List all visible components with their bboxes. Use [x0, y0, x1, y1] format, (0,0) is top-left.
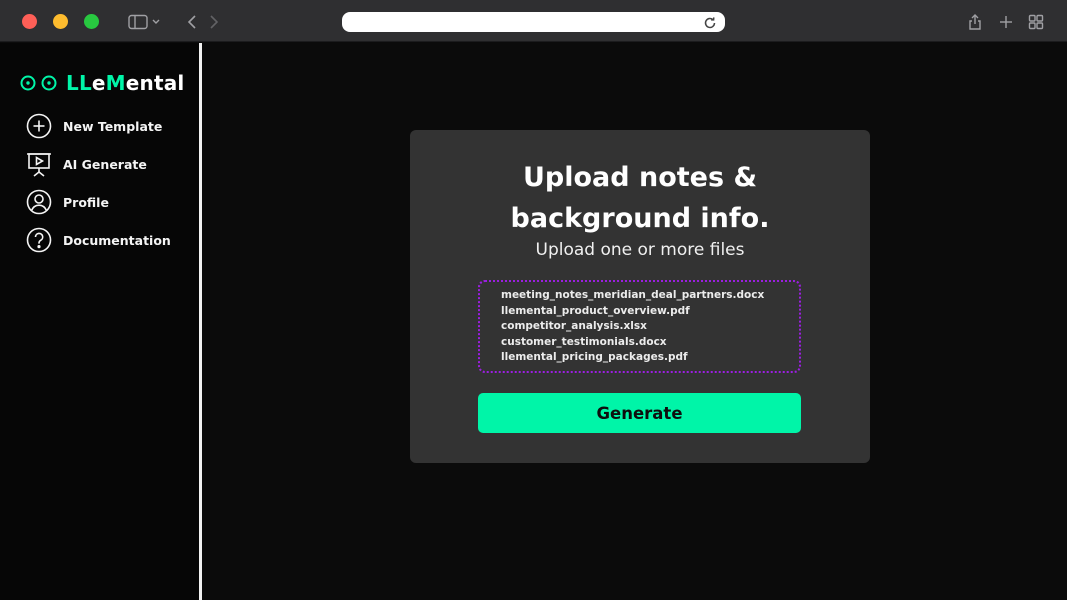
brand-name-part: ental	[125, 71, 185, 95]
uploaded-file-item: competitor_analysis.xlsx	[501, 320, 647, 332]
sidebar-item-documentation[interactable]: Documentation	[26, 227, 171, 253]
sidebar-item-label: Documentation	[63, 232, 171, 248]
main-content: Upload notes & background info. Upload o…	[202, 43, 1067, 600]
generate-button[interactable]: Generate	[478, 393, 801, 433]
tab-overview-icon[interactable]	[1028, 12, 1044, 32]
brand-name-part: e	[91, 71, 106, 95]
sidebar-item-profile[interactable]: Profile	[26, 189, 171, 215]
upload-title-line: Upload notes &	[522, 162, 757, 193]
brand-name-part: LL	[66, 71, 92, 95]
upload-card: Upload notes & background info. Upload o…	[410, 130, 870, 463]
sidebar-item-label: Profile	[63, 194, 109, 210]
help-circle-icon	[26, 227, 52, 253]
maximize-window-button[interactable]	[84, 14, 99, 29]
presentation-icon	[27, 153, 51, 177]
sidebar-item-new-template[interactable]: New Template	[26, 113, 171, 139]
minimize-window-button[interactable]	[53, 14, 68, 29]
close-window-button[interactable]	[22, 14, 37, 29]
chevron-left-icon[interactable]	[186, 12, 198, 32]
eyes-logo-icon	[20, 75, 57, 91]
sidebar: LLeMental New Template AI Generate Profi…	[0, 43, 200, 600]
plus-circle-icon	[26, 113, 52, 139]
brand-name: LLeMental	[66, 71, 184, 95]
uploaded-file-item: meeting_notes_meridian_deal_partners.doc…	[501, 289, 765, 301]
address-bar-input[interactable]	[342, 12, 725, 32]
sidebar-toggle-icon[interactable]	[128, 12, 162, 32]
uploaded-file-item: llemental_pricing_packages.pdf	[501, 351, 688, 363]
upload-subtitle: Upload one or more files	[535, 240, 745, 260]
brand-name-part: M	[105, 71, 126, 95]
chevron-right-icon[interactable]	[208, 12, 220, 32]
uploaded-file-item: llemental_product_overview.pdf	[501, 304, 690, 317]
uploaded-file-item: customer_testimonials.docx	[501, 335, 667, 348]
brand[interactable]: LLeMental	[20, 71, 184, 95]
sidebar-item-ai-generate[interactable]: AI Generate	[26, 151, 171, 177]
user-icon	[26, 189, 52, 215]
upload-title-line: background info.	[510, 203, 770, 234]
reload-icon[interactable]	[703, 15, 717, 29]
sidebar-nav: New Template AI Generate Profile Documen…	[26, 113, 171, 265]
share-icon[interactable]	[967, 12, 983, 32]
sidebar-item-label: New Template	[63, 118, 163, 134]
sidebar-item-label: AI Generate	[63, 156, 147, 172]
upload-title: Upload notes & background info.	[410, 157, 870, 239]
plus-icon[interactable]	[998, 12, 1014, 32]
browser-toolbar	[0, 0, 1067, 42]
file-dropzone[interactable]: meeting_notes_meridian_deal_partners.doc…	[478, 280, 801, 373]
browser-window: LLeMental New Template AI Generate Profi…	[0, 0, 1067, 600]
